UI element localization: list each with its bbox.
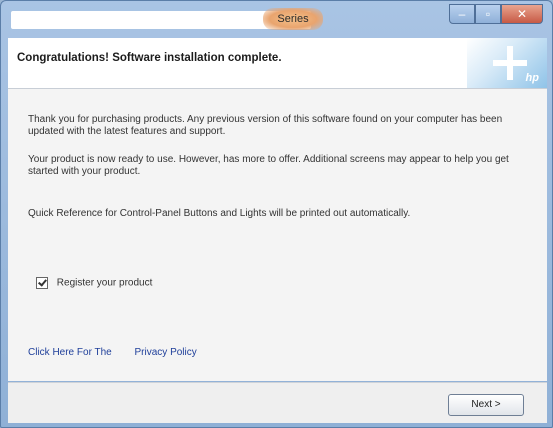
footer-bar: Next > <box>8 382 547 423</box>
installer-window: Series – ▫ ✕ Congratulations! Software i… <box>0 0 553 428</box>
content-panel: Thank you for purchasing products. Any p… <box>8 89 547 381</box>
quick-reference-text: Quick Reference for Control-Panel Button… <box>28 208 411 219</box>
register-product-option[interactable]: Register your product <box>36 277 152 289</box>
close-button[interactable]: ✕ <box>501 4 543 24</box>
thank-you-text: Thank you for purchasing products. Any p… <box>28 114 503 137</box>
header-panel: Congratulations! Software installation c… <box>8 38 547 89</box>
register-product-checkbox[interactable] <box>36 277 48 289</box>
hp-logo: hp <box>467 38 547 88</box>
ready-to-use-text: Your product is now ready to use. Howeve… <box>28 154 509 177</box>
maximize-button[interactable]: ▫ <box>475 4 501 24</box>
register-product-label: Register your product <box>56 277 153 289</box>
page-title: Congratulations! Software installation c… <box>17 52 282 64</box>
privacy-policy-link[interactable]: Privacy Policy <box>135 347 197 358</box>
plus-icon-horizontal <box>493 60 527 66</box>
links-row: Click Here For The Privacy Policy <box>28 347 217 358</box>
click-here-link[interactable]: Click Here For The <box>28 347 112 358</box>
minimize-button[interactable]: – <box>449 4 475 24</box>
next-button[interactable]: Next > <box>448 394 524 416</box>
hp-logo-text: hp <box>525 72 539 84</box>
window-title: Series <box>263 8 323 30</box>
title-bar[interactable]: Series – ▫ ✕ <box>1 1 552 37</box>
